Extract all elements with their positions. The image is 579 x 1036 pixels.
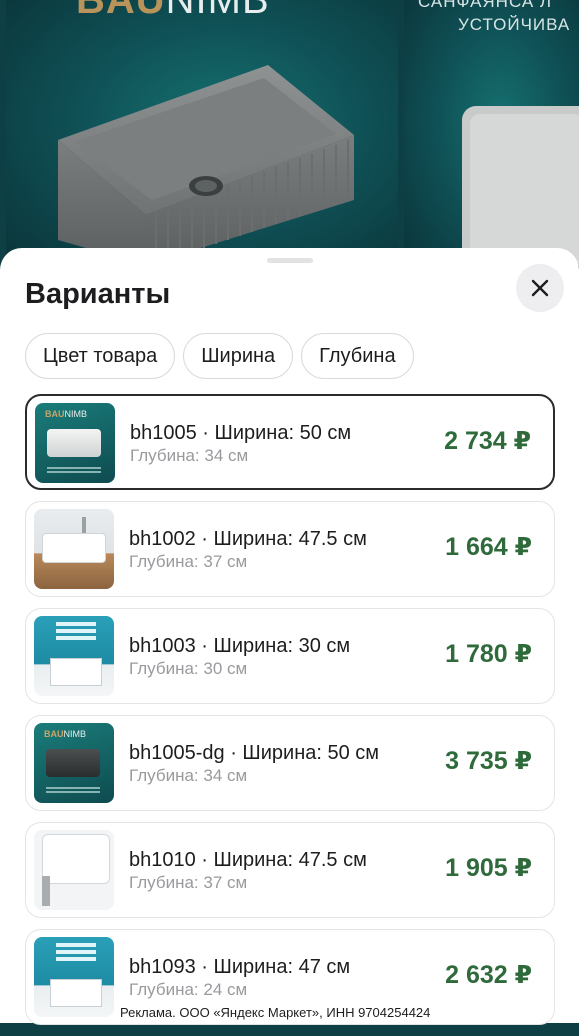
variant-thumbnail xyxy=(34,937,114,1017)
variant-thumbnail xyxy=(34,830,114,910)
variant-thumbnail: BAUNIMB xyxy=(35,403,115,483)
variant-card-bh1002[interactable]: bh1002 · Ширина: 47.5 см Глубина: 37 см … xyxy=(25,501,555,597)
variant-card-bh1005[interactable]: BAUNIMB bh1005 · Ширина: 50 см Глубина: … xyxy=(25,394,555,490)
variant-title: bh1005-dg · Ширина: 50 см xyxy=(129,742,380,764)
close-icon xyxy=(531,279,549,297)
thumb-brand-logo: BAUNIMB xyxy=(44,729,86,739)
close-button[interactable] xyxy=(516,264,564,312)
gallery-slide-1[interactable]: BAUNIMB xyxy=(6,0,398,270)
sink-product-image xyxy=(58,65,354,265)
variant-title: bh1003 · Ширина: 30 см xyxy=(129,635,351,657)
variant-depth: Глубина: 37 см xyxy=(129,552,248,571)
filter-chips: Цвет товара Ширина Глубина xyxy=(25,333,414,379)
sink-product-image-2 xyxy=(462,106,579,266)
variant-price: 2 734 ₽ xyxy=(444,427,531,455)
variant-card-bh1005-dg[interactable]: BAUNIMB bh1005-dg · Ширина: 50 см Глубин… xyxy=(25,715,555,811)
variant-title: bh1010 · Ширина: 47.5 см xyxy=(129,849,367,871)
variant-title: bh1005 · Ширина: 50 см xyxy=(130,422,352,444)
filter-chip-depth[interactable]: Глубина xyxy=(301,333,414,379)
filter-chip-width[interactable]: Ширина xyxy=(183,333,294,379)
variant-price: 1 664 ₽ xyxy=(445,533,532,561)
variant-title: bh1002 · Ширина: 47.5 см xyxy=(129,528,367,550)
ad-disclaimer: Реклама. ООО «Яндекс Маркет», ИНН 970425… xyxy=(120,1005,431,1020)
variants-bottom-sheet: Варианты Цвет товара Ширина Глубина BAUN… xyxy=(0,248,579,1025)
variant-title: bh1093 · Ширина: 47 см xyxy=(129,956,351,978)
variant-thumbnail: BAUNIMB xyxy=(34,723,114,803)
filter-chip-color[interactable]: Цвет товара xyxy=(25,333,176,379)
variant-depth: Глубина: 24 см xyxy=(129,980,248,999)
variant-depth: Глубина: 34 см xyxy=(129,766,248,785)
gallery-slide-2[interactable]: САНФАЯНСА Л УСТОЙЧИВА xyxy=(404,0,579,270)
product-image-gallery[interactable]: BAUNIMB САНФАЯНСА Л УСТОЙЧИВА xyxy=(0,0,579,270)
variant-card-bh1003[interactable]: bh1003 · Ширина: 30 см Глубина: 30 см 1 … xyxy=(25,608,555,704)
variant-thumbnail xyxy=(34,509,114,589)
variant-depth: Глубина: 30 см xyxy=(129,659,248,678)
variant-price: 1 905 ₽ xyxy=(445,854,532,882)
sheet-drag-handle[interactable] xyxy=(267,258,313,263)
variant-price: 2 632 ₽ xyxy=(445,961,532,989)
variant-price: 1 780 ₽ xyxy=(445,640,532,668)
variant-depth: Глубина: 34 см xyxy=(130,446,249,465)
variant-depth: Глубина: 37 см xyxy=(129,873,248,892)
sheet-title: Варианты xyxy=(25,278,171,310)
variant-thumbnail xyxy=(34,616,114,696)
thumb-brand-logo: BAUNIMB xyxy=(45,409,87,419)
variants-list: BAUNIMB bh1005 · Ширина: 50 см Глубина: … xyxy=(25,394,555,1036)
variant-price: 3 735 ₽ xyxy=(445,747,532,775)
variant-card-bh1010[interactable]: bh1010 · Ширина: 47.5 см Глубина: 37 см … xyxy=(25,822,555,918)
